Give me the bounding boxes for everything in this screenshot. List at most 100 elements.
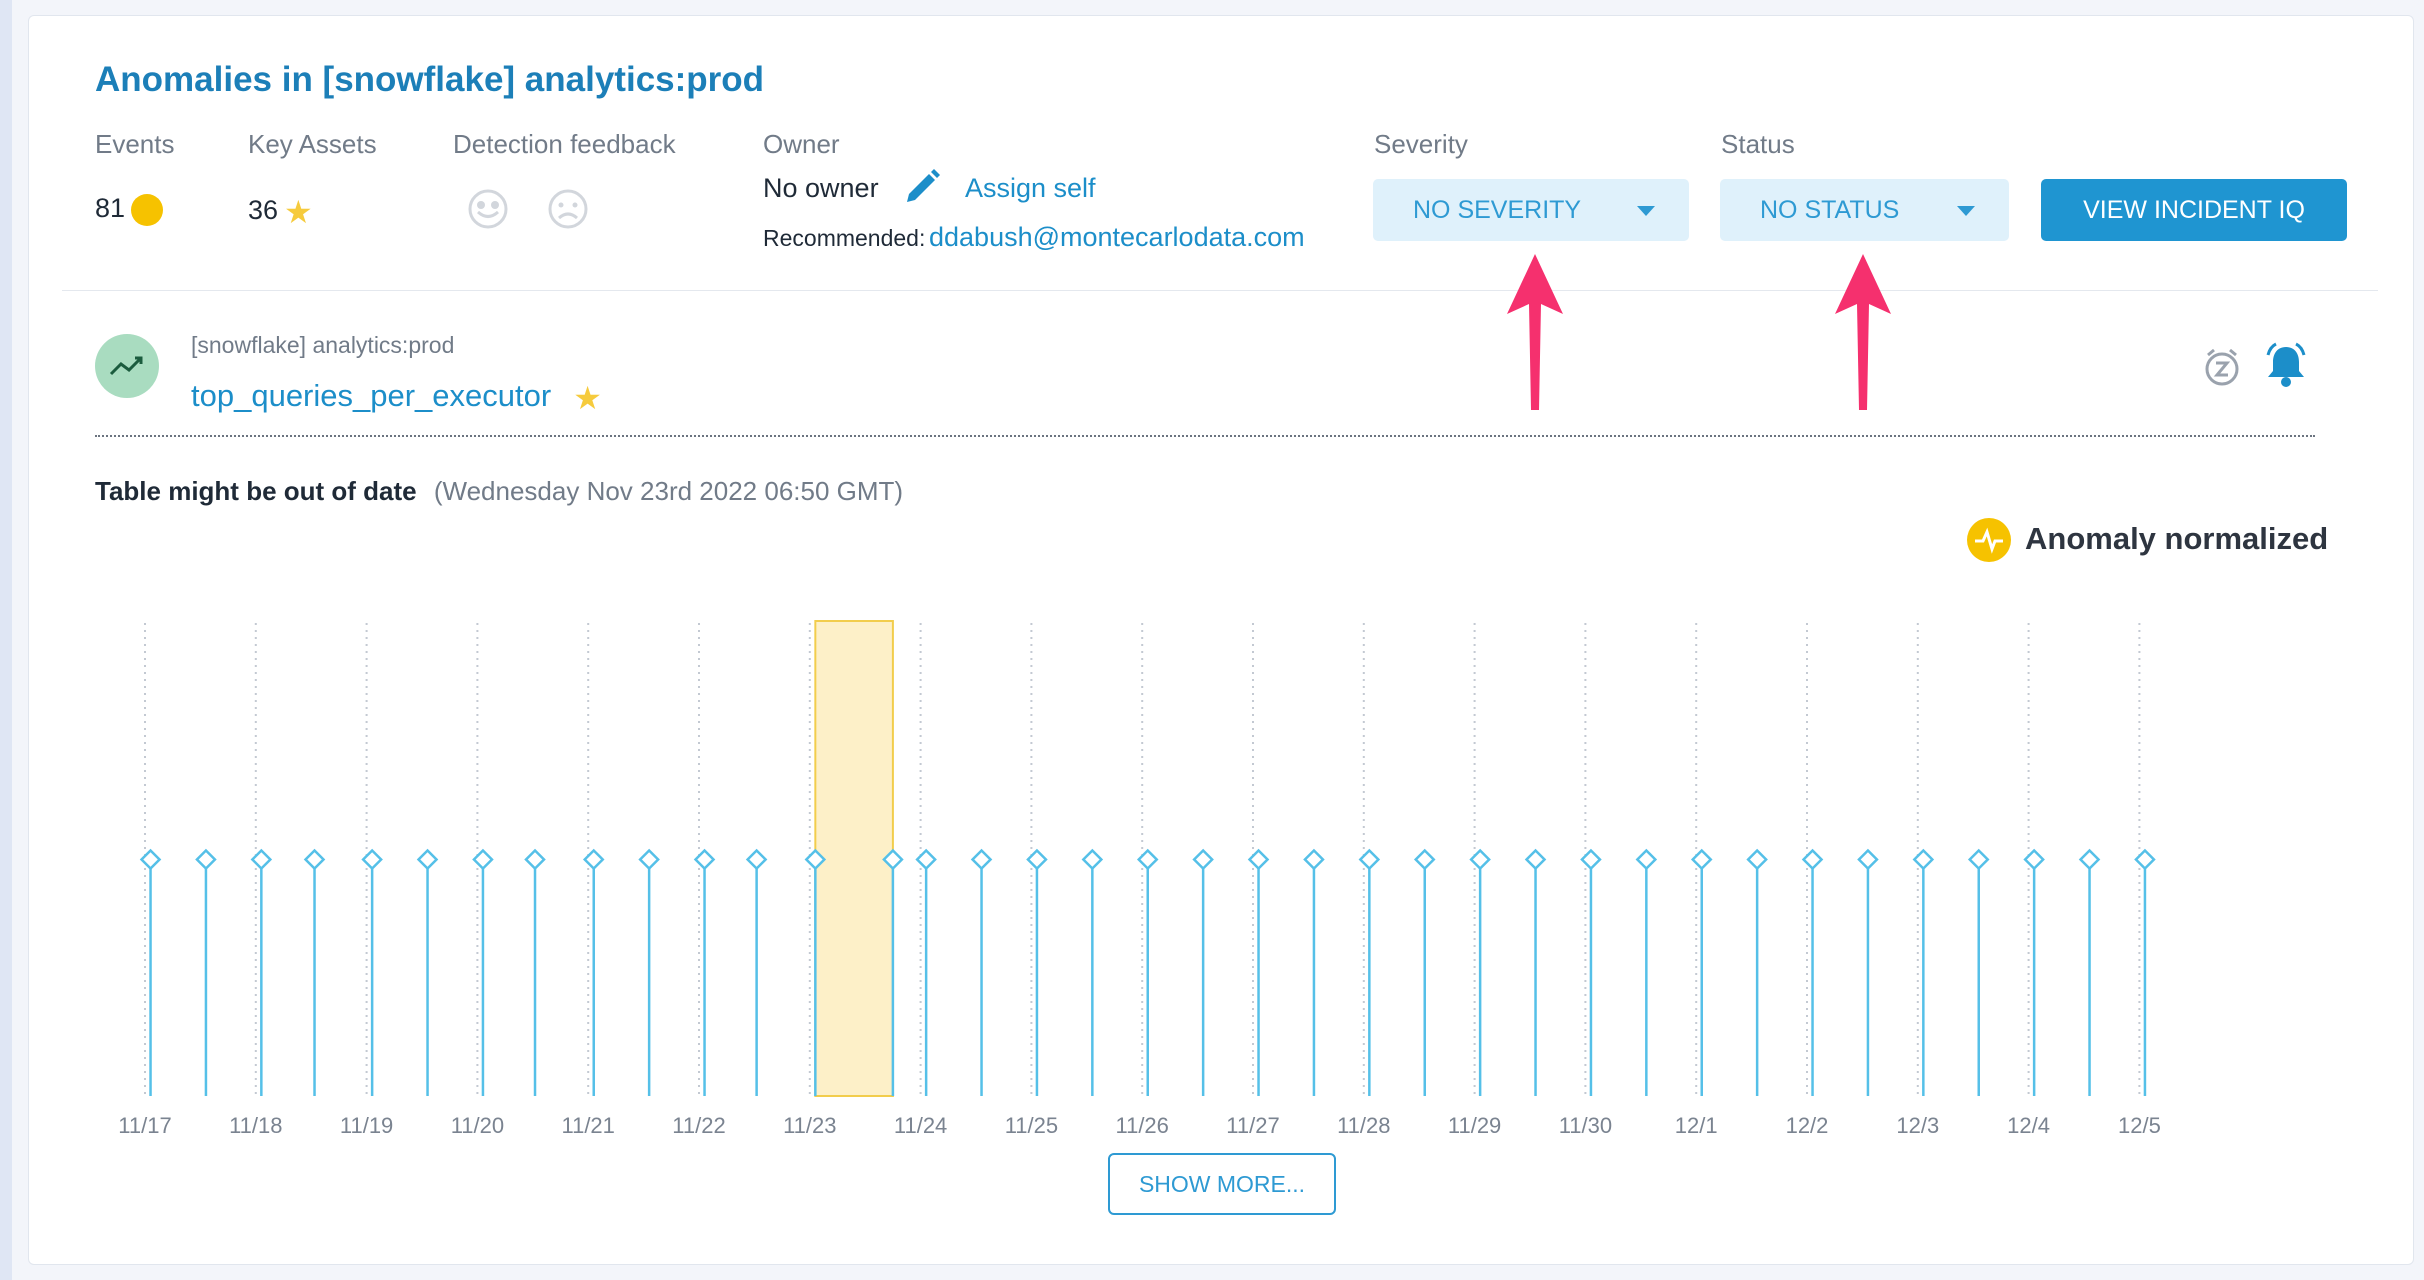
caret-down-icon <box>1637 206 1655 216</box>
x-tick-label: 11/30 <box>1559 1113 1612 1138</box>
smile-face-icon[interactable] <box>466 187 510 231</box>
asset-path: [snowflake] analytics:prod <box>191 332 455 358</box>
status-value: NO STATUS <box>1760 196 1900 224</box>
severity-value: NO SEVERITY <box>1413 196 1582 224</box>
annotation-arrow-severity <box>1507 254 1563 410</box>
data-point <box>745 848 768 871</box>
star-icon[interactable]: ★ <box>573 380 602 416</box>
page-title: Anomalies in [snowflake] analytics:prod <box>95 60 765 99</box>
data-point <box>1524 848 1547 871</box>
frown-face-icon[interactable] <box>546 187 590 231</box>
snooze-icon[interactable] <box>2200 345 2244 389</box>
freshness-info: Table might be out of date (Wednesday No… <box>95 476 903 507</box>
x-tick-label: 11/25 <box>1005 1113 1058 1138</box>
x-tick-label: 12/1 <box>1675 1113 1718 1138</box>
data-point <box>303 848 326 871</box>
owner-label: Owner <box>763 129 840 159</box>
data-point <box>582 848 605 871</box>
x-tick-label: 11/24 <box>894 1113 947 1138</box>
owner-value: No owner <box>763 173 879 203</box>
x-tick-label: 11/26 <box>1115 1113 1168 1138</box>
data-point <box>416 848 439 871</box>
data-point <box>1303 848 1325 871</box>
data-point <box>1247 848 1270 871</box>
x-tick-label: 12/5 <box>2118 1113 2161 1138</box>
data-point <box>1801 848 1824 871</box>
recommended-label: Recommended: <box>763 225 926 251</box>
anomaly-legend-badge <box>1967 518 2011 562</box>
incident-card: Anomalies in [snowflake] analytics:prod … <box>28 15 2414 1265</box>
data-point <box>1413 848 1436 871</box>
data-point <box>1026 848 1048 871</box>
data-point <box>1136 848 1159 871</box>
event-dot-icon <box>131 193 164 226</box>
heartbeat-icon <box>1975 527 2003 554</box>
star-icon: ★ <box>284 194 313 230</box>
data-point <box>195 848 217 871</box>
freshness-chart: 11/17 11/18 11/19 11/20 11/21 11/22 11/23 11/24… <box>118 620 2161 1138</box>
data-point <box>250 848 273 871</box>
data-point <box>970 848 993 871</box>
x-tick-label: 11/23 <box>783 1113 836 1138</box>
show-more-button[interactable]: SHOW MORE... <box>1108 1153 1336 1215</box>
data-point <box>638 848 660 871</box>
x-tick-label: 12/2 <box>1786 1113 1829 1138</box>
status-label: Status <box>1721 129 1795 159</box>
view-incident-iq-button[interactable]: VIEW INCIDENT IQ <box>2041 179 2347 241</box>
freshness-timestamp: (Wednesday Nov 23rd 2022 06:50 GMT) <box>433 476 904 506</box>
x-tick-label: 11/27 <box>1226 1113 1279 1138</box>
data-point <box>1912 848 1935 871</box>
data-point <box>1967 848 1990 871</box>
x-tick-label: 11/21 <box>561 1113 614 1138</box>
data-point <box>1081 848 1104 871</box>
data-point <box>915 848 937 871</box>
data-point <box>2023 848 2045 871</box>
events-label: Events <box>95 129 175 159</box>
data-point <box>139 848 162 871</box>
trending-up-icon <box>109 356 143 376</box>
asset-name-link[interactable]: top_queries_per_executor ★ <box>191 378 602 417</box>
events-value: 81 <box>95 193 126 223</box>
pencil-icon[interactable] <box>901 166 943 208</box>
asset-type-badge <box>95 334 159 398</box>
legend-label: Anomaly normalized <box>2025 521 2329 556</box>
x-tick-label: 11/18 <box>229 1113 282 1138</box>
data-point <box>1857 848 1879 871</box>
severity-dropdown[interactable]: NO SEVERITY <box>1373 179 1689 241</box>
status-dropdown[interactable]: NO STATUS <box>1720 179 2009 241</box>
bell-icon[interactable] <box>2262 341 2310 389</box>
caret-down-icon <box>1957 206 1975 216</box>
x-tick-label: 11/22 <box>672 1113 725 1138</box>
x-tick-label: 11/20 <box>451 1113 504 1138</box>
data-point <box>472 848 494 871</box>
key-assets-value: 36 <box>248 195 279 226</box>
events-count: 81 <box>95 193 164 226</box>
data-point <box>1635 848 1658 871</box>
key-assets-label: Key Assets <box>248 129 377 159</box>
header-divider <box>62 290 2378 291</box>
data-point <box>693 848 716 871</box>
asset-name[interactable]: top_queries_per_executor <box>191 378 551 413</box>
data-point <box>2134 848 2156 871</box>
x-tick-label: 11/29 <box>1448 1113 1501 1138</box>
detection-feedback-label: Detection feedback <box>453 129 676 159</box>
key-assets-count: 36 ★ <box>248 193 313 231</box>
x-tick-label: 12/4 <box>2007 1113 2050 1138</box>
assign-self-link[interactable]: Assign self <box>965 173 1096 204</box>
x-tick-label: 11/19 <box>340 1113 393 1138</box>
asset-separator <box>95 435 2315 437</box>
x-tick-label: 12/3 <box>1896 1113 1939 1138</box>
data-point <box>1469 848 1491 871</box>
x-tick-label: 11/17 <box>118 1113 171 1138</box>
recommended-owner-link[interactable]: ddabush@montecarlodata.com <box>929 222 1305 253</box>
data-point <box>2078 848 2101 871</box>
data-point <box>1690 848 1713 871</box>
data-point <box>1358 848 1381 871</box>
data-point <box>1192 848 1214 871</box>
annotation-arrow-status <box>1835 254 1891 410</box>
data-point <box>361 848 383 871</box>
data-point <box>524 848 546 871</box>
data-point <box>1580 848 1602 871</box>
freshness-message: Table might be out of date <box>95 476 417 506</box>
anomaly-highlight <box>814 620 894 1097</box>
